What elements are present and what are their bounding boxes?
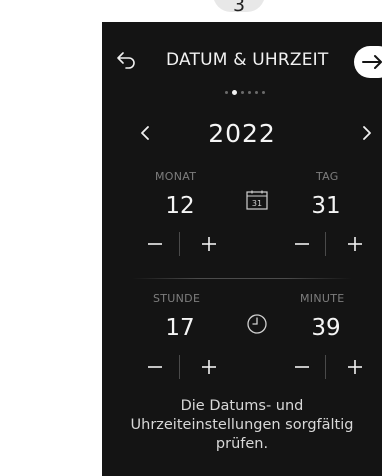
page-dot: [248, 91, 251, 94]
forward-arrow-icon: [362, 55, 382, 69]
clock-icon: [246, 313, 268, 339]
back-arrow-icon[interactable]: [114, 49, 138, 73]
note-line: Uhrzeiteinstellungen sorgfältig: [130, 417, 354, 433]
hour-increment-button[interactable]: [194, 354, 224, 380]
page-dot: [262, 91, 265, 94]
minute-decrement-button[interactable]: [287, 354, 317, 380]
stepper-divider: [179, 355, 180, 379]
hour-label: STUNDE: [153, 292, 201, 305]
chevron-right-icon[interactable]: [356, 121, 376, 145]
page-title: DATUM & UHRZEIT: [166, 50, 329, 70]
calendar-icon: 31: [246, 190, 268, 214]
month-label: MONAT: [155, 170, 197, 183]
next-button[interactable]: [354, 46, 382, 78]
year-selector: 2022: [102, 119, 382, 149]
note-line: prüfen.: [215, 436, 269, 452]
hour-decrement-button[interactable]: [140, 354, 170, 380]
year-value: 2022: [208, 119, 276, 148]
page-dot-active: [232, 90, 237, 95]
stepper-divider: [179, 232, 180, 256]
stepper-divider: [325, 232, 326, 256]
page-dot: [225, 91, 228, 94]
header: DATUM & UHRZEIT: [102, 46, 382, 78]
day-increment-button[interactable]: [340, 231, 370, 257]
section-divider: [132, 278, 352, 279]
page-dot: [241, 91, 244, 94]
month-increment-button[interactable]: [194, 231, 224, 257]
instruction-note: Die Datums- und Uhrzeiteinstellungen sor…: [102, 397, 382, 454]
day-decrement-button[interactable]: [287, 231, 317, 257]
month-decrement-button[interactable]: [140, 231, 170, 257]
calendar-day-number: 31: [252, 199, 262, 208]
minute-value: 39: [311, 315, 341, 341]
page-dot: [255, 91, 258, 94]
hour-value: 17: [165, 315, 195, 341]
device-screen: DATUM & UHRZEIT 2022 MONAT TAG 12 31 31: [102, 22, 382, 476]
day-value: 31: [311, 193, 341, 219]
stepper-divider: [325, 355, 326, 379]
note-line: Die Datums- und: [180, 398, 304, 414]
month-value: 12: [165, 193, 195, 219]
step-number-badge: 3: [213, 0, 265, 16]
day-label: TAG: [316, 170, 339, 183]
minute-label: MINUTE: [300, 292, 345, 305]
minute-increment-button[interactable]: [340, 354, 370, 380]
